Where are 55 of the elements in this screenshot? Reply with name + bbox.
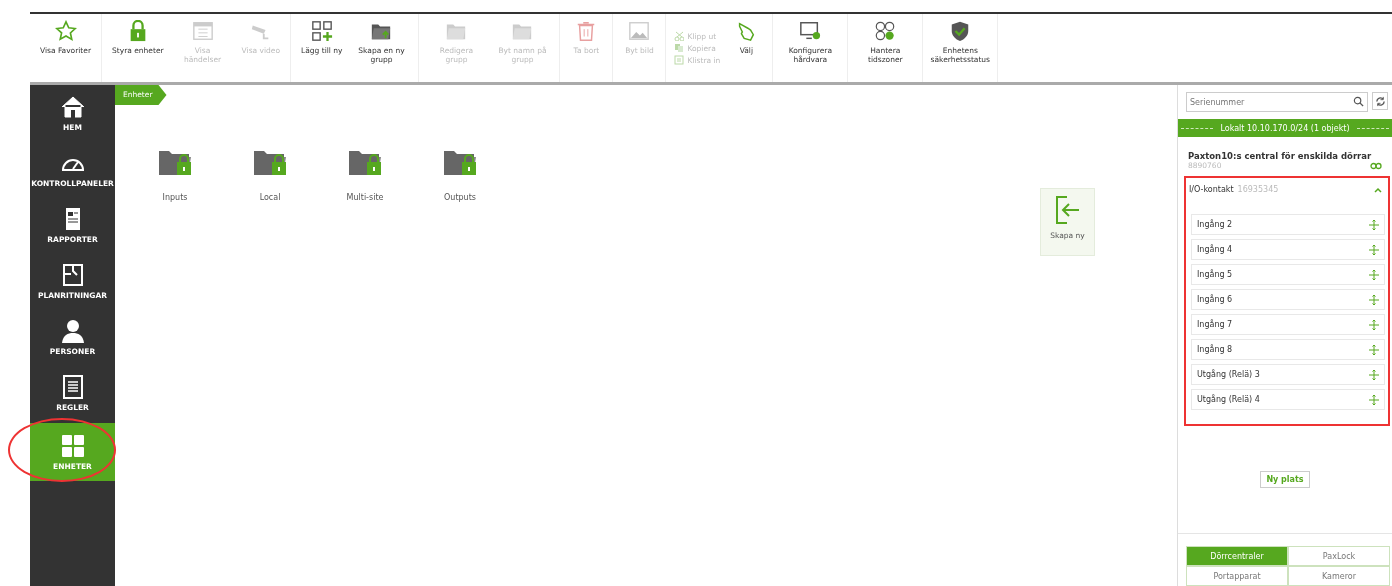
move-icon (1369, 294, 1379, 305)
move-icon (1369, 344, 1379, 355)
io-label: Ingång 4 (1197, 245, 1233, 254)
image-icon (628, 20, 651, 42)
calendar-icon (191, 20, 214, 42)
enter-door-icon (1054, 195, 1081, 225)
move-icon (1369, 219, 1379, 230)
refresh-icon (1374, 95, 1386, 107)
search-field[interactable]: Serienummer (1186, 92, 1368, 112)
house-icon (59, 94, 86, 120)
refresh-button[interactable] (1372, 92, 1388, 110)
add-squares-icon (310, 20, 333, 42)
io-label: Ingång 6 (1197, 295, 1233, 304)
io-item[interactable]: Utgång (Relä) 3 (1191, 364, 1385, 385)
io-label: Ingång 2 (1197, 220, 1233, 229)
io-label: Ingång 8 (1197, 345, 1233, 354)
io-item[interactable]: Ingång 6 (1191, 289, 1385, 310)
io-item[interactable]: Ingång 8 (1191, 339, 1385, 360)
move-icon (1369, 319, 1379, 330)
caret-up-icon (1374, 186, 1382, 193)
tab[interactable]: Portapparat (1186, 566, 1288, 586)
clocks-icon (874, 20, 897, 42)
io-label: Utgång (Relä) 4 (1197, 395, 1260, 404)
move-icon (1369, 394, 1379, 405)
move-icon (1369, 244, 1379, 255)
person-icon (59, 318, 86, 344)
io-label: Ingång 7 (1197, 320, 1233, 329)
folder-item[interactable]: Local (240, 143, 300, 202)
module-name: I/O-kontakt (1189, 185, 1234, 194)
io-label: Ingång 5 (1197, 270, 1233, 279)
io-label: Utgång (Relä) 3 (1197, 370, 1260, 379)
io-item[interactable]: Ingång 4 (1191, 239, 1385, 260)
folder-item[interactable]: Inputs (145, 143, 205, 202)
grid-icon (59, 433, 86, 459)
tab[interactable]: Kameror (1288, 566, 1390, 586)
tab[interactable]: PaxLock (1288, 546, 1390, 566)
module-header[interactable]: I/O-kontakt 16935345 (1186, 178, 1388, 194)
io-item[interactable]: Ingång 7 (1191, 314, 1385, 335)
search-icon (1353, 96, 1364, 107)
star-icon (54, 20, 77, 42)
copy-icon (674, 43, 685, 53)
io-item[interactable]: Utgång (Relä) 4 (1191, 389, 1385, 410)
move-icon (1369, 269, 1379, 280)
io-item[interactable]: Ingång 2 (1191, 214, 1385, 235)
move-icon (1369, 369, 1379, 380)
monitor-icon (799, 20, 822, 42)
folder-item[interactable]: Multi-site (335, 143, 395, 202)
link-icon (1370, 161, 1382, 170)
module-serial: 16935345 (1237, 185, 1279, 194)
scissors-icon (674, 31, 685, 41)
folder-item[interactable]: Outputs (430, 143, 490, 202)
clipboard-icon (674, 55, 685, 65)
device-name: Paxton10:s central för enskilda dörrar (1188, 151, 1373, 161)
site-title: Lokalt 10.10.170.0/24 (1 objekt) (1220, 123, 1350, 133)
io-item[interactable]: Ingång 5 (1191, 264, 1385, 285)
